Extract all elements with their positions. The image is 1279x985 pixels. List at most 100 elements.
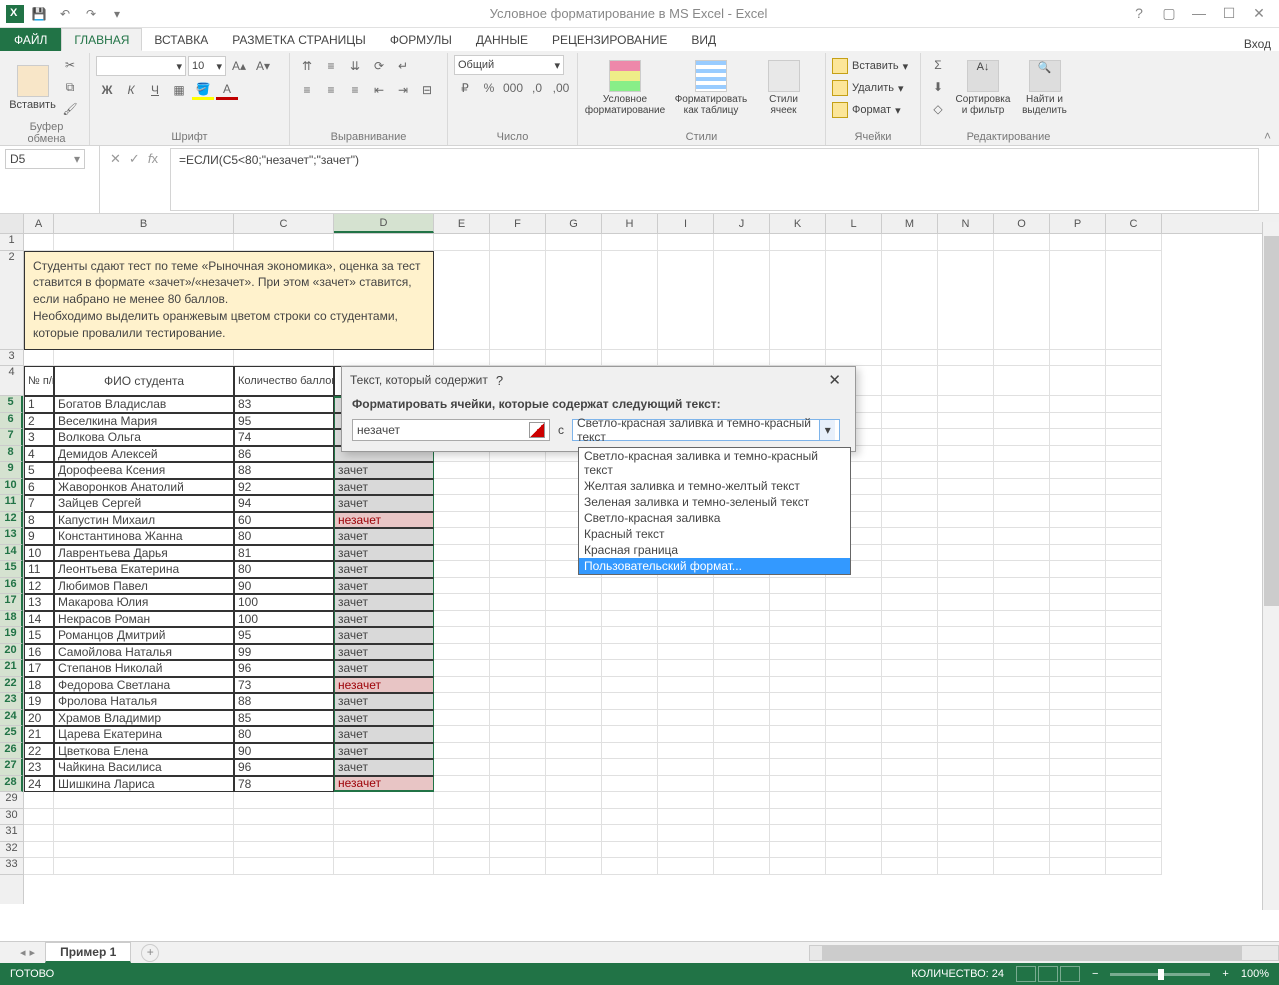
cell[interactable] [714, 710, 770, 727]
cell[interactable] [882, 462, 938, 479]
cell[interactable] [658, 825, 714, 842]
cell[interactable] [434, 512, 490, 529]
cell[interactable] [770, 627, 826, 644]
cell[interactable] [490, 350, 546, 367]
cell[interactable]: зачет [334, 578, 434, 595]
cell[interactable] [882, 234, 938, 251]
cell[interactable] [490, 743, 546, 760]
paste-button[interactable]: Вставить [10, 55, 55, 121]
cell[interactable] [882, 809, 938, 826]
cell[interactable] [1106, 561, 1162, 578]
cell[interactable] [658, 693, 714, 710]
range-selector-icon[interactable] [529, 422, 545, 438]
cell[interactable]: зачет [334, 479, 434, 496]
cell[interactable] [1106, 479, 1162, 496]
cell[interactable] [770, 842, 826, 859]
decrease-decimal-icon[interactable]: ,00 [550, 78, 572, 98]
cell[interactable] [882, 594, 938, 611]
close-icon[interactable]: ✕ [1249, 5, 1269, 22]
cell[interactable] [994, 396, 1050, 413]
cell[interactable] [602, 251, 658, 350]
cell[interactable]: 80 [234, 528, 334, 545]
tab-insert[interactable]: ВСТАВКА [142, 28, 220, 51]
cell[interactable] [882, 528, 938, 545]
row-header[interactable]: 30 [0, 809, 23, 826]
horizontal-scrollbar[interactable] [809, 945, 1279, 961]
cell[interactable] [54, 792, 234, 809]
cell[interactable] [938, 234, 994, 251]
cell[interactable]: зачет [334, 611, 434, 628]
cell[interactable]: 95 [234, 413, 334, 430]
cell[interactable] [882, 627, 938, 644]
cell[interactable] [826, 726, 882, 743]
cell[interactable] [714, 792, 770, 809]
cell[interactable] [546, 350, 602, 367]
cell[interactable] [882, 677, 938, 694]
cell[interactable] [490, 809, 546, 826]
cell[interactable] [1050, 776, 1106, 793]
cell[interactable] [994, 809, 1050, 826]
cell[interactable] [1050, 809, 1106, 826]
cell[interactable] [882, 512, 938, 529]
cell[interactable]: зачет [334, 743, 434, 760]
cell[interactable] [434, 710, 490, 727]
cell[interactable] [658, 251, 714, 350]
cell[interactable] [490, 660, 546, 677]
cell[interactable] [938, 350, 994, 367]
cell[interactable] [826, 594, 882, 611]
cell[interactable] [334, 234, 434, 251]
cell[interactable] [658, 234, 714, 251]
font-name-combo[interactable]: ▾ [96, 56, 186, 76]
dropdown-option[interactable]: Пользовательский формат... [579, 558, 850, 574]
cell[interactable]: Фролова Наталья [54, 693, 234, 710]
cell[interactable] [882, 429, 938, 446]
cell[interactable] [882, 545, 938, 562]
cell[interactable] [658, 842, 714, 859]
cell[interactable] [1106, 710, 1162, 727]
cell[interactable]: Царева Екатерина [54, 726, 234, 743]
undo-icon[interactable]: ↶ [54, 3, 76, 25]
cell[interactable] [658, 792, 714, 809]
cell[interactable] [882, 578, 938, 595]
align-left-icon[interactable]: ≡ [296, 80, 318, 100]
cell[interactable] [54, 809, 234, 826]
zoom-value[interactable]: 100% [1241, 968, 1269, 980]
cell[interactable] [882, 710, 938, 727]
cell[interactable] [602, 825, 658, 842]
cell[interactable] [994, 677, 1050, 694]
cell[interactable] [1106, 792, 1162, 809]
shrink-font-icon[interactable]: A▾ [252, 56, 274, 76]
cell[interactable] [938, 693, 994, 710]
cell[interactable] [1050, 693, 1106, 710]
dialog-titlebar[interactable]: Текст, который содержит ? ✕ [342, 367, 855, 393]
col-header[interactable]: G [546, 214, 602, 233]
cell[interactable] [490, 234, 546, 251]
cell[interactable] [714, 234, 770, 251]
cell[interactable] [938, 545, 994, 562]
cell[interactable] [434, 842, 490, 859]
dropdown-option[interactable]: Красный текст [579, 526, 850, 542]
cell[interactable]: 22 [24, 743, 54, 760]
cell[interactable] [434, 611, 490, 628]
cell[interactable] [658, 644, 714, 661]
cell[interactable] [882, 350, 938, 367]
cell[interactable] [938, 462, 994, 479]
cell[interactable]: 90 [234, 743, 334, 760]
row-header[interactable]: 15 [0, 561, 23, 578]
col-header[interactable]: M [882, 214, 938, 233]
cell[interactable] [994, 462, 1050, 479]
cell[interactable] [658, 726, 714, 743]
cell[interactable] [1050, 627, 1106, 644]
copy-icon[interactable]: ⧉ [59, 77, 81, 97]
cell[interactable] [1050, 594, 1106, 611]
cell[interactable] [770, 234, 826, 251]
cell[interactable] [826, 792, 882, 809]
cell[interactable]: Богатов Владислав [54, 396, 234, 413]
col-header[interactable]: J [714, 214, 770, 233]
cell[interactable] [938, 743, 994, 760]
tab-review[interactable]: РЕЦЕНЗИРОВАНИЕ [540, 28, 679, 51]
cell[interactable] [546, 759, 602, 776]
cell[interactable] [714, 809, 770, 826]
cell[interactable]: 86 [234, 446, 334, 463]
row-header[interactable]: 31 [0, 825, 23, 842]
